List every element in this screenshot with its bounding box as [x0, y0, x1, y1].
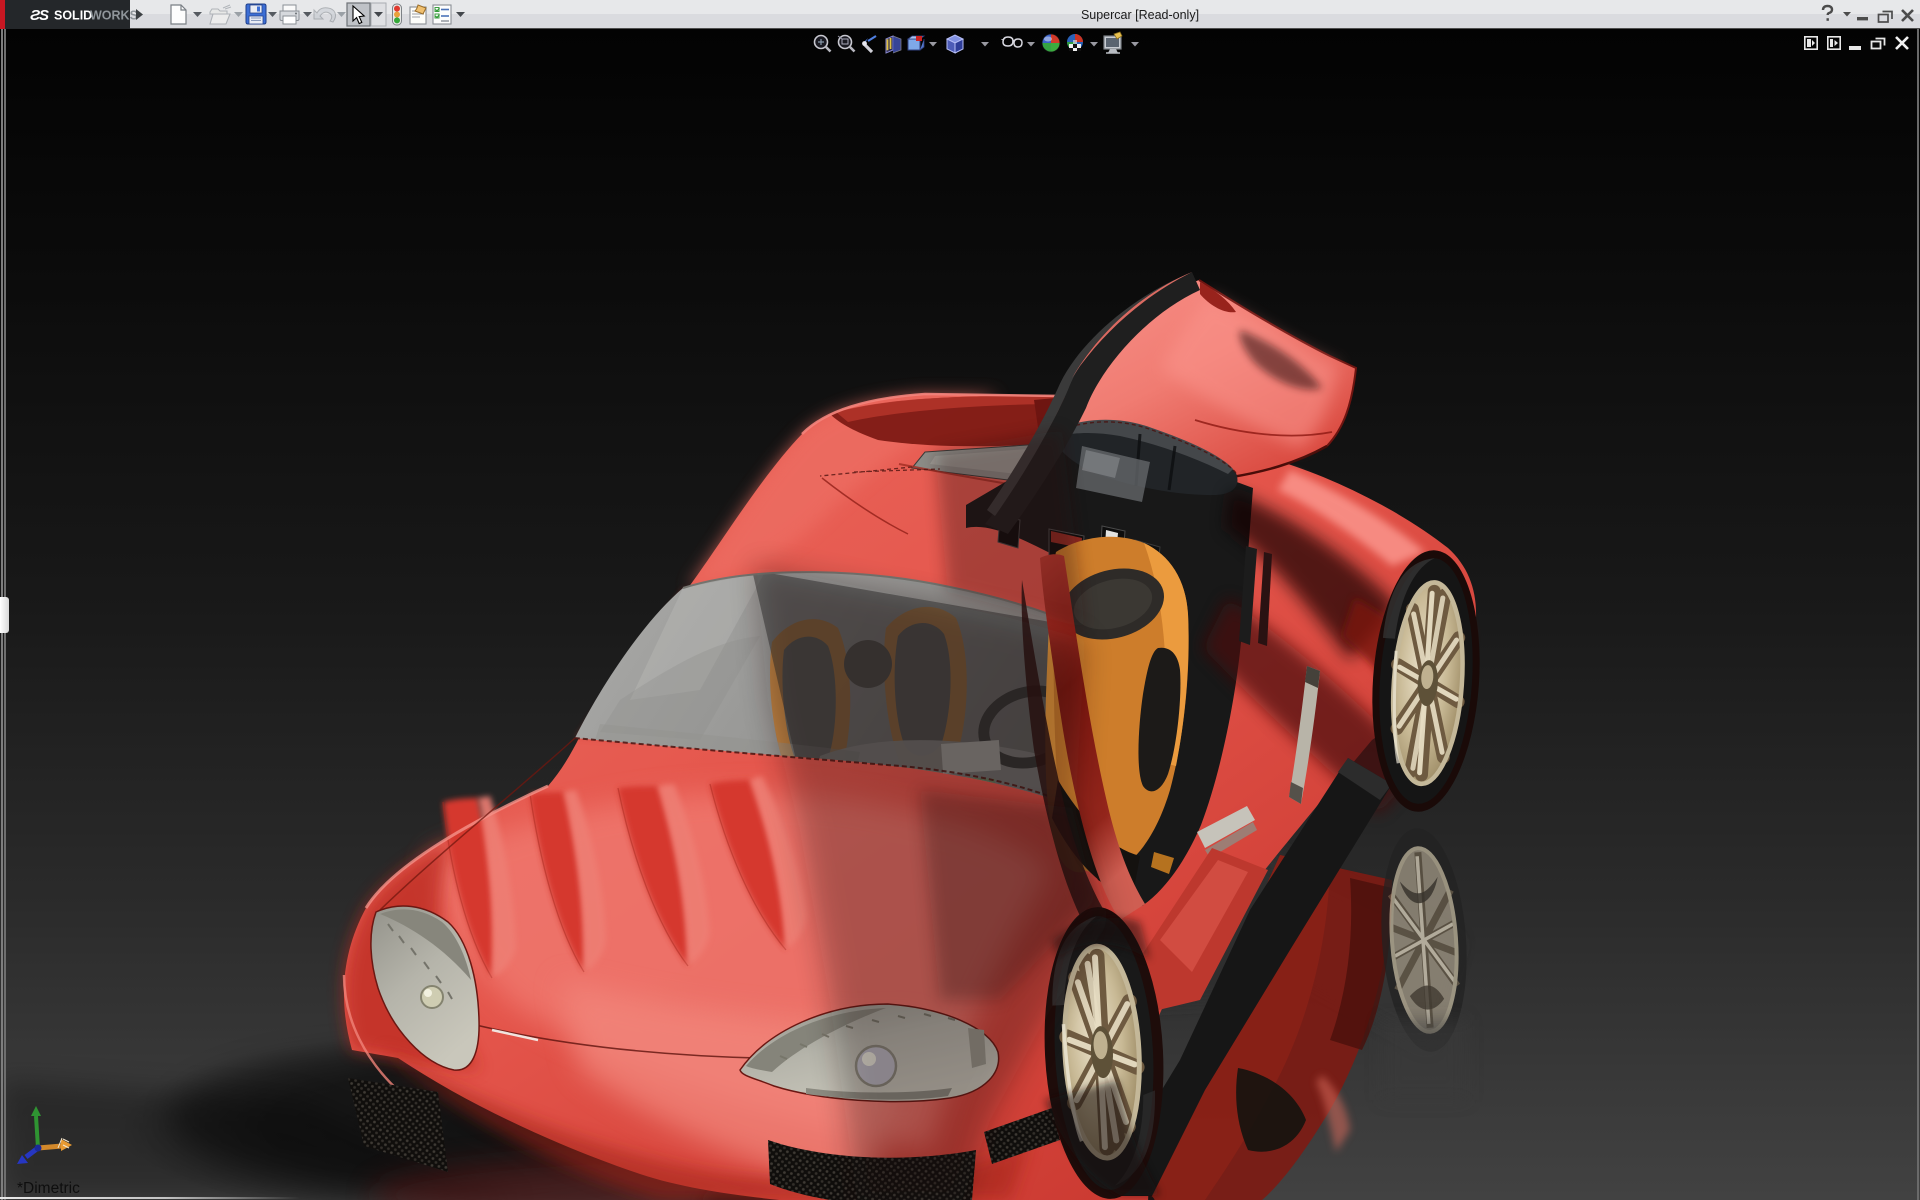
svg-text:SOLID: SOLID	[54, 9, 92, 23]
svg-text:Supercar [Read-only]: Supercar [Read-only]	[1081, 8, 1199, 22]
svg-text:WORKS: WORKS	[90, 9, 138, 23]
svg-text:ƧS: ƧS	[30, 7, 49, 24]
